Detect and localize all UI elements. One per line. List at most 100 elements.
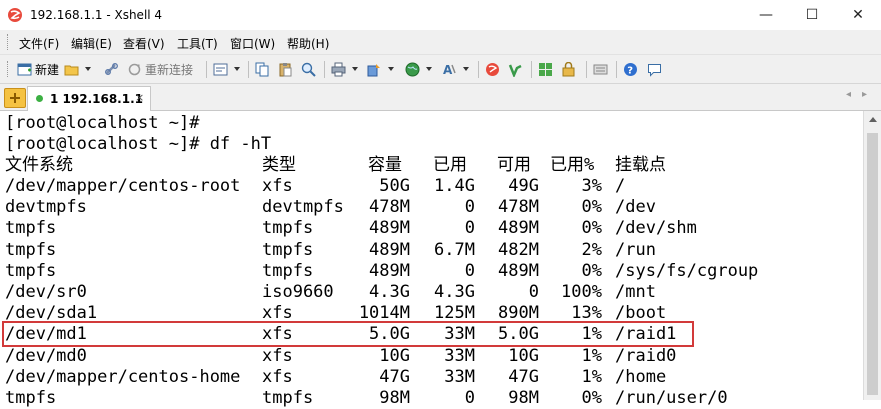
cell-mountpoint: /sys/fs/cgroup <box>615 260 759 281</box>
header-size: 容量 <box>368 155 402 175</box>
help-icon: ? <box>624 62 637 76</box>
connected-status-icon <box>36 95 43 102</box>
tab-next-icon[interactable]: ▸ <box>862 89 867 100</box>
font-button[interactable]: A <box>442 61 469 77</box>
new-session-button[interactable]: 新建 <box>17 61 59 77</box>
cell-size: 489M <box>369 260 410 281</box>
xshell-logo-icon <box>8 8 22 22</box>
terminal-command-line: [root@localhost ~]# df -hT <box>5 134 272 154</box>
tab-label: 1 192.168.1.1 <box>50 92 143 106</box>
scroll-thumb[interactable] <box>867 133 878 395</box>
scroll-up-icon[interactable] <box>869 117 877 122</box>
help-button[interactable]: ? <box>623 61 641 77</box>
new-tab-button[interactable] <box>4 88 26 108</box>
open-folder-button[interactable] <box>64 61 91 77</box>
print-button[interactable] <box>331 61 358 77</box>
df-header-row: 文件系统 类型 容量 已用 可用 已用% 挂载点 <box>5 155 855 176</box>
window-title: 192.168.1.1 - Xshell 4 <box>30 8 163 22</box>
cell-avail: 98M <box>508 388 539 408</box>
cell-avail: 47G <box>508 366 539 387</box>
cell-type: tmpfs <box>262 218 314 239</box>
font-icon: A <box>443 63 456 77</box>
df-row: tmpfs tmpfs 489M 6.7M 482M 2% /run <box>5 240 855 261</box>
copy-button[interactable] <box>255 61 273 77</box>
cell-avail: 489M <box>498 260 539 281</box>
cell-filesystem: tmpfs <box>5 388 57 408</box>
svg-text:?: ? <box>627 65 633 76</box>
menu-file[interactable]: 文件(F) <box>19 35 59 52</box>
properties-button[interactable] <box>213 61 240 77</box>
globe-button[interactable] <box>405 61 432 77</box>
cell-filesystem: /dev/mapper/centos-home <box>5 366 241 387</box>
cell-size: 98M <box>379 388 410 408</box>
chevron-down-icon <box>426 67 432 71</box>
menu-help[interactable]: 帮助(H) <box>287 35 329 52</box>
cell-mountpoint: / <box>615 176 626 196</box>
new-session-icon <box>17 63 32 75</box>
printer-icon <box>331 62 346 76</box>
chevron-down-icon <box>85 67 91 71</box>
chat-button[interactable] <box>647 61 665 77</box>
plus-icon <box>10 93 20 103</box>
cell-used: 0 <box>464 260 475 281</box>
menu-edit[interactable]: 编辑(E) <box>71 35 112 52</box>
toolbar-grip <box>7 61 11 77</box>
df-row: devtmpfs devtmpfs 478M 0 478M 0% /dev <box>5 197 855 218</box>
paste-icon <box>279 62 292 76</box>
cell-size: 10G <box>379 345 410 366</box>
cell-type: tmpfs <box>262 239 314 260</box>
maximize-button[interactable]: ☐ <box>789 0 835 30</box>
cell-mountpoint: /run <box>615 239 656 260</box>
lock-button[interactable] <box>561 61 579 77</box>
keyboard-button[interactable] <box>593 61 611 77</box>
cell-use-percent: 0% <box>581 260 602 281</box>
cell-type: devtmpfs <box>262 197 344 218</box>
close-button[interactable]: ✕ <box>835 0 881 30</box>
df-row: /dev/mapper/centos-root xfs 50G 1.4G 49G 3% / <box>5 176 855 197</box>
menu-view[interactable]: 查看(V) <box>123 35 165 52</box>
header-filesystem: 文件系统 <box>5 155 73 175</box>
cell-type: tmpfs <box>262 388 314 408</box>
minimize-button[interactable]: — <box>743 0 789 30</box>
terminal-area[interactable]: [root@localhost ~]# [root@localhost ~]# … <box>0 111 863 408</box>
tab-prev-icon[interactable]: ◂ <box>846 89 851 100</box>
xshell-icon <box>486 62 499 76</box>
cell-avail: 482M <box>498 239 539 260</box>
reconnect-icon <box>128 63 141 75</box>
xshell-button[interactable] <box>485 61 503 77</box>
xftp-button[interactable] <box>508 61 526 77</box>
cell-use-percent: 1% <box>581 366 602 387</box>
transfer-button[interactable] <box>367 61 394 77</box>
toolbar-separator <box>478 61 479 78</box>
vertical-scrollbar[interactable] <box>863 111 881 400</box>
df-row: /dev/md0 xfs 10G 33M 10G 1% /raid0 <box>5 346 855 367</box>
header-mountpoint: 挂载点 <box>615 155 666 175</box>
paste-button[interactable] <box>278 61 296 77</box>
cell-use-percent: 0% <box>581 218 602 239</box>
header-avail: 可用 <box>497 155 531 175</box>
cell-mountpoint: /dev/shm <box>615 218 697 239</box>
speech-bubble-icon <box>648 63 661 77</box>
cell-use-percent: 3% <box>581 176 602 196</box>
menu-tools[interactable]: 工具(T) <box>177 35 218 52</box>
lock-icon <box>562 61 575 76</box>
toolbar-separator <box>586 61 587 78</box>
cell-use-percent: 0% <box>581 197 602 218</box>
reconnect-label-button[interactable]: 重新连接 <box>127 61 193 77</box>
tab-close-icon[interactable]: × <box>135 91 144 104</box>
find-button[interactable] <box>301 61 319 77</box>
cell-filesystem: tmpfs <box>5 218 57 239</box>
menu-window[interactable]: 窗口(W) <box>230 35 275 52</box>
chevron-down-icon <box>352 67 358 71</box>
cell-avail: 49G <box>508 176 539 196</box>
cell-filesystem: devtmpfs <box>5 197 87 218</box>
reconnect-button[interactable] <box>104 61 129 77</box>
cell-avail: 10G <box>508 345 539 366</box>
session-tab[interactable]: 1 192.168.1.1 × <box>27 86 151 111</box>
cell-type: xfs <box>262 366 293 387</box>
layout-button[interactable] <box>538 61 556 77</box>
cell-type: xfs <box>262 345 293 366</box>
terminal-prompt-line: [root@localhost ~]# <box>5 113 200 133</box>
menu-grip <box>7 34 11 50</box>
new-session-label: 新建 <box>35 62 60 77</box>
